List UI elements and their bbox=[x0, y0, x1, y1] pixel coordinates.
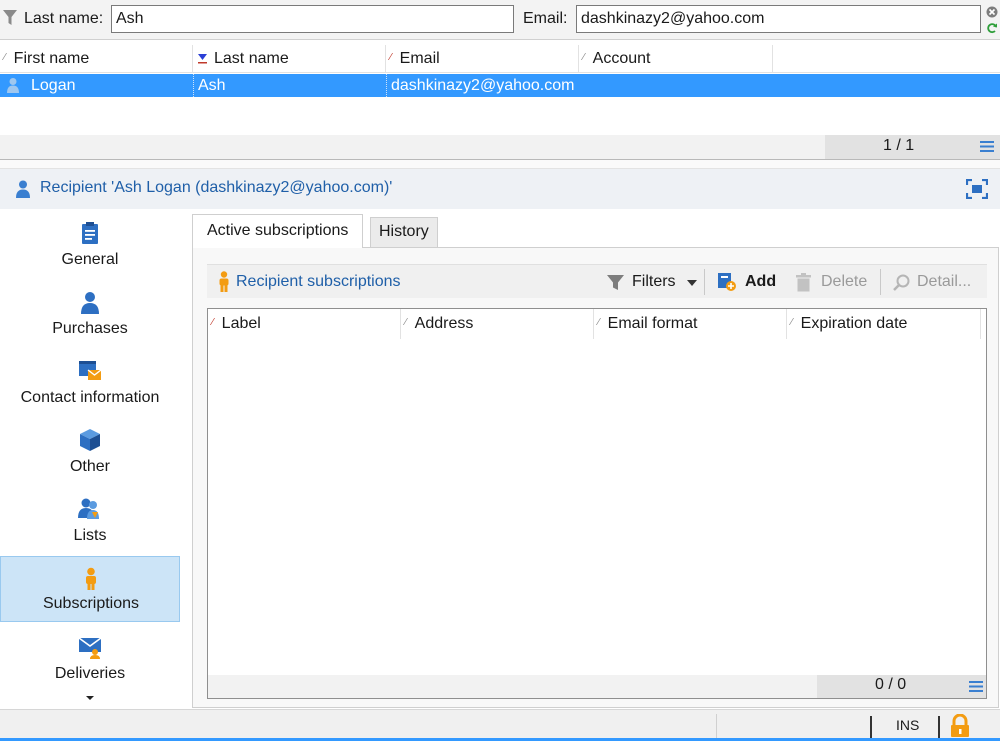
tab-active-subscriptions[interactable]: Active subscriptions bbox=[192, 214, 364, 248]
clipboard-icon bbox=[82, 222, 98, 244]
subgrid-pager: 0 / 0 bbox=[817, 675, 986, 698]
sort-icon: ⁄ bbox=[405, 317, 407, 328]
toolbar-separator bbox=[704, 269, 705, 295]
envelope-icon bbox=[78, 637, 102, 659]
cell-last-name: Ash bbox=[193, 74, 386, 97]
column-expiration-date[interactable]: ⁄ Expiration date bbox=[787, 309, 981, 339]
column-account[interactable]: ⁄ Account bbox=[579, 45, 773, 73]
column-email-format[interactable]: ⁄ Email format bbox=[594, 309, 787, 339]
nav-lists[interactable]: Lists bbox=[0, 487, 180, 553]
sort-icon: ⁄ bbox=[791, 317, 793, 328]
toolbar-title: Recipient subscriptions bbox=[236, 273, 401, 290]
filters-button[interactable]: Filters bbox=[605, 265, 700, 299]
last-name-input[interactable]: Ash bbox=[111, 5, 514, 33]
recipient-icon bbox=[16, 180, 30, 198]
subscriptions-panel: Active subscriptions History Recipient s… bbox=[192, 214, 1000, 708]
delete-button[interactable]: Delete bbox=[793, 265, 873, 299]
sort-icon: ⁄ bbox=[212, 317, 214, 328]
box-icon bbox=[80, 429, 100, 451]
nav-deliveries[interactable]: Deliveries bbox=[0, 625, 180, 691]
person-icon bbox=[7, 78, 19, 93]
nav-other[interactable]: Other bbox=[0, 418, 180, 484]
nav-contact-information[interactable]: Contact information bbox=[0, 349, 180, 415]
subscription-person-icon bbox=[86, 567, 96, 590]
grid-pager: 1 / 1 bbox=[825, 135, 1000, 159]
side-navigation: General Purchases Contact information Ot… bbox=[0, 209, 182, 709]
filter-icon bbox=[3, 10, 17, 25]
contact-card-icon bbox=[79, 361, 102, 380]
sort-icon: ⁄ bbox=[598, 317, 600, 328]
add-button[interactable]: Add bbox=[715, 265, 780, 299]
magnifier-icon bbox=[893, 274, 910, 291]
status-separator bbox=[938, 716, 940, 738]
cell-email: dashkinazy2@yahoo.com bbox=[386, 74, 579, 97]
recipient-grid-header: ⁄ First name Last name ⁄ Email ⁄ Account bbox=[0, 45, 1000, 73]
column-address[interactable]: ⁄ Address bbox=[401, 309, 594, 339]
scroll-down-icon[interactable] bbox=[85, 695, 95, 701]
menu-icon[interactable] bbox=[980, 140, 994, 153]
status-separator bbox=[870, 716, 872, 738]
trash-icon bbox=[796, 273, 811, 292]
grid-footer bbox=[208, 675, 817, 698]
filter-icon bbox=[607, 275, 624, 290]
column-last-name[interactable]: Last name bbox=[193, 45, 386, 73]
column-first-name[interactable]: ⁄ First name bbox=[0, 45, 193, 73]
email-label: Email: bbox=[523, 10, 568, 27]
sort-icon: ⁄ bbox=[390, 52, 392, 63]
recipient-header: Recipient 'Ash Logan (dashkinazy2@yahoo.… bbox=[0, 169, 1000, 209]
splitter[interactable] bbox=[0, 159, 1000, 169]
status-separator bbox=[716, 714, 717, 738]
pager-count: 0 / 0 bbox=[875, 676, 907, 693]
subscription-person-icon bbox=[219, 271, 229, 292]
status-bar: INS bbox=[0, 709, 1000, 741]
column-email[interactable]: ⁄ Email bbox=[386, 45, 579, 73]
clear-icon[interactable] bbox=[986, 6, 998, 18]
lock-icon[interactable] bbox=[949, 714, 971, 738]
email-input[interactable]: dashkinazy2@yahoo.com bbox=[576, 5, 981, 33]
insert-mode: INS bbox=[896, 717, 920, 733]
add-icon bbox=[718, 273, 736, 291]
pager-count: 1 / 1 bbox=[883, 137, 915, 154]
subscriptions-toolbar: Recipient subscriptions Filters Add Dele… bbox=[207, 264, 987, 298]
cell-first-name: Logan bbox=[31, 77, 76, 94]
sort-icon: ⁄ bbox=[583, 52, 585, 63]
group-icon bbox=[78, 498, 99, 519]
maximize-icon[interactable] bbox=[966, 179, 988, 199]
tab-content: Recipient subscriptions Filters Add Dele… bbox=[192, 247, 999, 708]
detail-button[interactable]: Detail... bbox=[891, 265, 985, 299]
grid-footer bbox=[0, 135, 825, 159]
nav-general[interactable]: General bbox=[0, 211, 180, 277]
menu-icon[interactable] bbox=[969, 680, 983, 693]
last-name-label: Last name: bbox=[24, 10, 104, 27]
filter-bar: Last name: Ash Email: dashkinazy2@yahoo.… bbox=[0, 0, 1000, 40]
nav-subscriptions[interactable]: Subscriptions bbox=[0, 556, 180, 622]
toolbar-separator bbox=[880, 269, 881, 295]
recipient-title: Recipient 'Ash Logan (dashkinazy2@yahoo.… bbox=[40, 179, 393, 196]
person-icon bbox=[81, 292, 99, 314]
column-label[interactable]: ⁄ Label bbox=[208, 309, 401, 339]
cell-account bbox=[579, 74, 773, 97]
chevron-down-icon bbox=[687, 280, 697, 286]
subscriptions-grid: ⁄ Label ⁄ Address ⁄ Email format ⁄ Expiratio… bbox=[207, 308, 987, 699]
nav-purchases[interactable]: Purchases bbox=[0, 280, 180, 346]
sort-descending-icon bbox=[198, 54, 207, 64]
refresh-icon[interactable] bbox=[986, 22, 998, 34]
sort-icon: ⁄ bbox=[4, 52, 6, 63]
tab-history[interactable]: History bbox=[370, 217, 438, 248]
table-row[interactable]: Logan Ash dashkinazy2@yahoo.com bbox=[0, 74, 1000, 97]
